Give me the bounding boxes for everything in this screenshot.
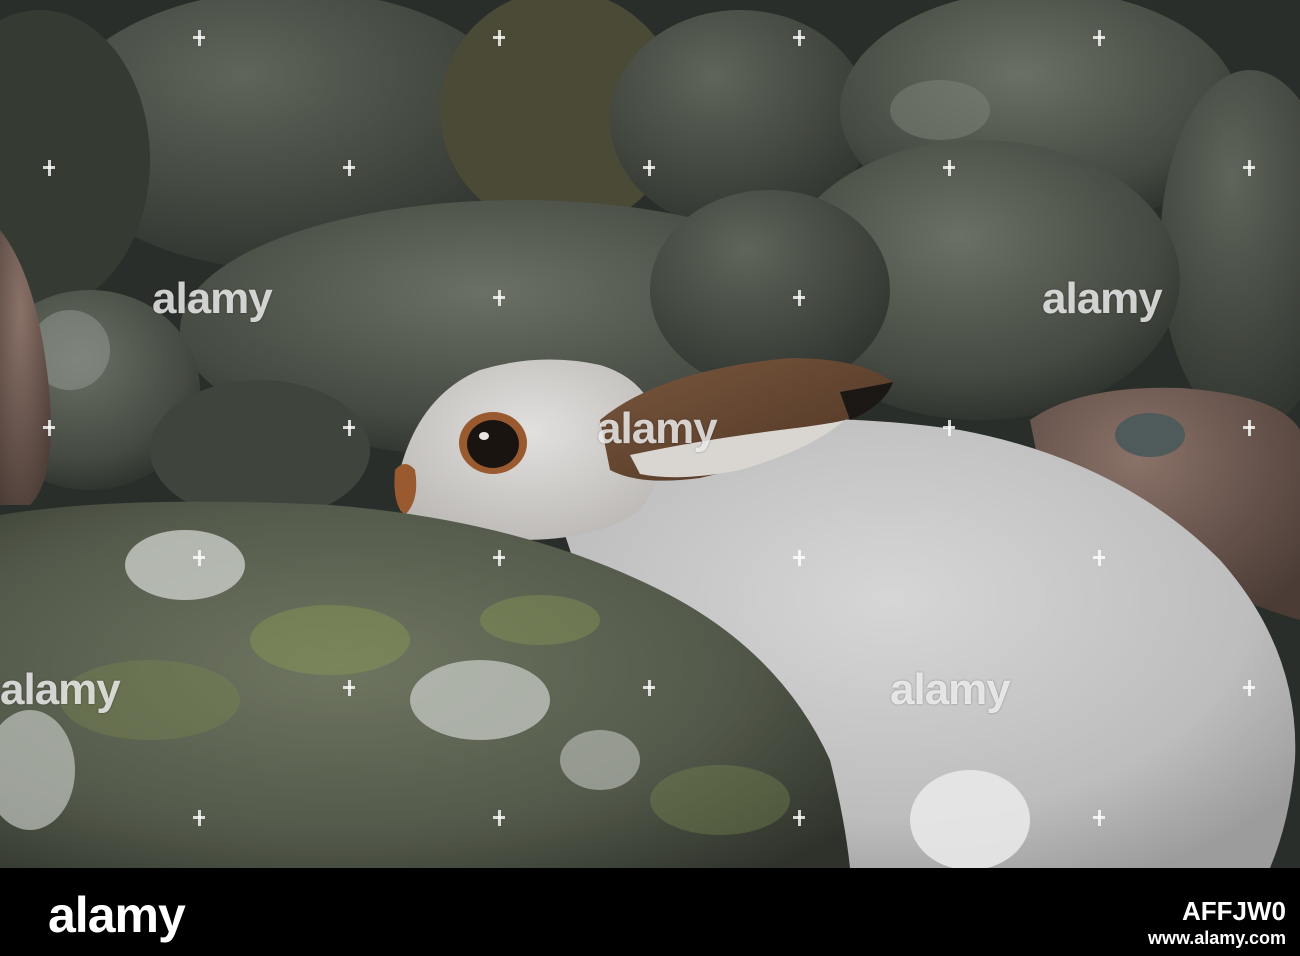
watermark-cross-icon: [493, 550, 505, 566]
watermark-cross-icon: [643, 160, 655, 176]
site-url[interactable]: www.alamy.com: [1148, 928, 1286, 949]
watermark-cross-icon: [1243, 160, 1255, 176]
watermark-cross-icon: [493, 810, 505, 826]
watermark-cross-icon: [793, 550, 805, 566]
watermark: alamy: [1042, 274, 1163, 323]
image-id: AFFJW0: [1182, 896, 1286, 926]
boulder: [150, 380, 370, 520]
watermark-cross-icon: [343, 160, 355, 176]
watermark-cross-icon: [43, 160, 55, 176]
alamy-logo: alamy: [48, 887, 186, 943]
watermark-cross-icon: [43, 420, 55, 436]
watermark-cross-icon: [493, 290, 505, 306]
watermark-cross-icon: [1093, 810, 1105, 826]
watermark-cross-icon: [1243, 420, 1255, 436]
watermark-cross-icon: [1093, 550, 1105, 566]
watermark-cross-icon: [193, 30, 205, 46]
watermark-cross-icon: [343, 680, 355, 696]
watermark-cross-icon: [493, 30, 505, 46]
watermark-cross-icon: [1243, 680, 1255, 696]
boulder: [650, 190, 890, 390]
watermark-cross-icon: [1093, 30, 1105, 46]
watermark-cross-icon: [643, 680, 655, 696]
watermark-cross-icon: [793, 30, 805, 46]
watermark: alamy: [597, 404, 718, 453]
watermark-cross-icon: [193, 810, 205, 826]
watermark: alamy: [152, 274, 273, 323]
footer-bar: alamy AFFJW0 www.alamy.com: [0, 868, 1300, 956]
watermark: alamy: [0, 665, 121, 714]
watermark-cross-icon: [343, 420, 355, 436]
watermark-cross-icon: [793, 290, 805, 306]
watermark-cross-icon: [943, 420, 955, 436]
watermark: alamy: [890, 665, 1011, 714]
watermark-cross-icon: [943, 160, 955, 176]
watermark-cross-icon: [793, 810, 805, 826]
photo: alamy alamy alamy alamy alamy: [0, 0, 1300, 868]
watermark-cross-icon: [193, 550, 205, 566]
